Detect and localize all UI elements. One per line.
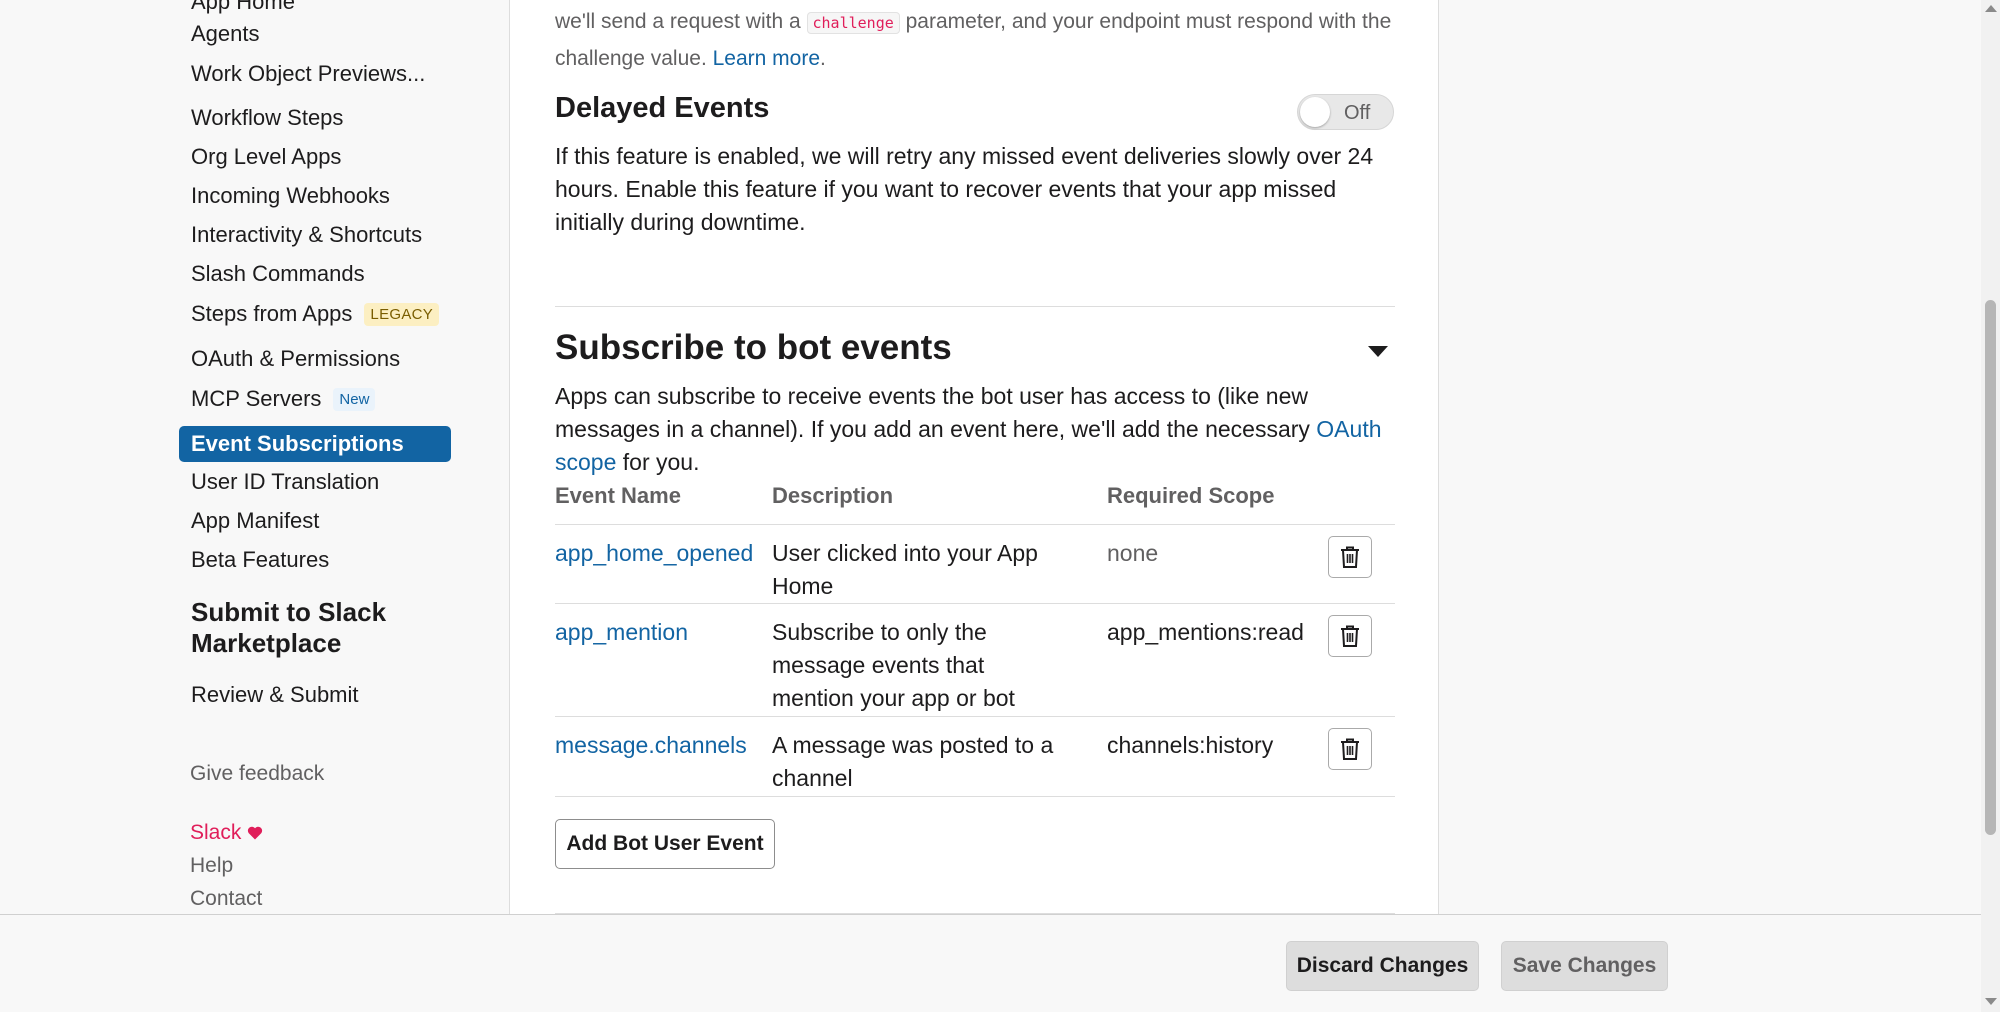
event-scope: channels:history (1107, 732, 1274, 758)
sidebar-item-label: Incoming Webhooks (191, 183, 390, 208)
sidebar-item-steps-from-apps[interactable]: Steps from Apps LEGACY (179, 296, 451, 332)
intro-text-end: . (820, 47, 826, 70)
table-row-divider (555, 796, 1395, 797)
sidebar-item-label: Review & Submit (191, 682, 359, 707)
sidebar-item-mcp-servers[interactable]: MCP Servers New (179, 381, 451, 417)
sidebar-item-label: Event Subscriptions (191, 431, 404, 456)
trash-icon (1341, 738, 1359, 760)
new-badge: New (333, 387, 376, 411)
divider (555, 306, 1395, 307)
slack-label: Slack (190, 821, 242, 844)
sidebar-item-label: MCP Servers (191, 386, 322, 411)
toggle-knob (1300, 97, 1330, 127)
event-scope: none (1107, 540, 1159, 566)
delete-event-button[interactable] (1328, 615, 1372, 657)
page-scrollbar[interactable] (1981, 0, 2000, 1012)
event-name-link[interactable]: app_home_opened (555, 537, 753, 570)
scroll-up-arrow-icon[interactable] (1985, 5, 1997, 12)
sidebar-item-label: App Manifest (191, 508, 320, 533)
event-name-link[interactable]: app_mention (555, 616, 688, 649)
event-name-link[interactable]: message.channels (555, 729, 747, 762)
sidebar-item-beta-features[interactable]: Beta Features (179, 542, 451, 578)
legacy-badge: LEGACY (364, 302, 440, 326)
trash-icon (1341, 625, 1359, 647)
challenge-code: challenge (806, 12, 900, 34)
sidebar-item-label: Work Object Previews... (191, 61, 426, 86)
column-header-description: Description (772, 483, 894, 508)
sidebar-item-workflow-steps[interactable]: Workflow Steps (179, 100, 451, 136)
table-row-divider (555, 603, 1395, 604)
bot-events-description: Apps can subscribe to receive events the… (555, 380, 1400, 479)
scrollbar-thumb[interactable] (1985, 300, 1996, 835)
sidebar-item-label: Beta Features (191, 547, 330, 572)
sidebar-item-slash-commands[interactable]: Slash Commands (179, 256, 451, 292)
sidebar-item-label: Workflow Steps (191, 105, 344, 130)
delayed-events-toggle[interactable]: Off (1297, 94, 1394, 130)
heart-icon (248, 826, 263, 840)
sidebar-item-label: Interactivity & Shortcuts (191, 222, 423, 247)
event-description: Subscribe to only the message events tha… (772, 619, 1015, 711)
save-changes-button[interactable]: Save Changes (1501, 941, 1668, 991)
help-link[interactable]: Help (190, 854, 233, 878)
challenge-intro-text: we'll send a request with a challenge pa… (555, 4, 1400, 76)
add-bot-user-event-button[interactable]: Add Bot User Event (555, 819, 775, 869)
event-description: A message was posted to a channel (772, 732, 1054, 791)
sidebar: App Home Agents Work Object Previews... … (0, 0, 510, 1012)
give-feedback-link[interactable]: Give feedback (190, 762, 324, 786)
submit-heading: Submit to Slack Marketplace (191, 597, 387, 658)
column-header-event-name: Event Name (555, 483, 681, 508)
table-row-divider (555, 524, 1395, 525)
collapse-caret-icon[interactable] (1368, 346, 1388, 357)
delayed-events-description: If this feature is enabled, we will retr… (555, 143, 1374, 235)
main-content: we'll send a request with a challenge pa… (509, 0, 1439, 1012)
sidebar-item-review-submit[interactable]: Review & Submit (179, 677, 451, 713)
delete-event-button[interactable] (1328, 728, 1372, 770)
delete-event-button[interactable] (1328, 536, 1372, 578)
bot-events-title: Subscribe to bot events (555, 328, 952, 367)
column-header-required-scope: Required Scope (1107, 483, 1275, 508)
bot-events-description-prefix: Apps can subscribe to receive events the… (555, 383, 1310, 442)
sidebar-item-label: Slash Commands (191, 261, 365, 286)
sidebar-item-label: Steps from Apps (191, 301, 353, 326)
delayed-events-title: Delayed Events (555, 92, 770, 124)
intro-text-prefix: we'll send a request with a (555, 10, 801, 33)
trash-icon (1341, 546, 1359, 568)
event-scope: app_mentions:read (1107, 619, 1304, 645)
sidebar-item-label: Agents (191, 21, 260, 46)
sidebar-item-event-subscriptions[interactable]: Event Subscriptions (179, 426, 451, 462)
toggle-label: Off (1344, 102, 1371, 124)
sidebar-item-label: App Home (191, 0, 295, 14)
sidebar-item-work-object-previews[interactable]: Work Object Previews... (179, 56, 451, 92)
event-description: User clicked into your App Home (772, 540, 1038, 599)
sidebar-item-user-id-translation[interactable]: User ID Translation (179, 464, 451, 500)
table-row-divider (555, 716, 1395, 717)
bottom-action-bar: Discard Changes Save Changes (0, 914, 1981, 1012)
sidebar-item-label: OAuth & Permissions (191, 346, 401, 371)
learn-more-link[interactable]: Learn more (713, 47, 820, 70)
sidebar-item-agents[interactable]: Agents (179, 16, 451, 52)
discard-changes-button[interactable]: Discard Changes (1286, 941, 1479, 991)
scroll-down-arrow-icon[interactable] (1985, 998, 1997, 1005)
sidebar-item-interactivity-shortcuts[interactable]: Interactivity & Shortcuts (179, 217, 451, 253)
sidebar-item-label: Org Level Apps (191, 144, 342, 169)
sidebar-item-oauth-permissions[interactable]: OAuth & Permissions (179, 341, 451, 377)
sidebar-item-org-level-apps[interactable]: Org Level Apps (179, 139, 451, 175)
contact-link[interactable]: Contact (190, 887, 262, 911)
sidebar-item-incoming-webhooks[interactable]: Incoming Webhooks (179, 178, 451, 214)
slack-link[interactable]: Slack (190, 821, 263, 845)
sidebar-item-label: User ID Translation (191, 469, 380, 494)
bot-events-description-suffix: for you. (622, 449, 700, 475)
sidebar-item-app-manifest[interactable]: App Manifest (179, 503, 451, 539)
